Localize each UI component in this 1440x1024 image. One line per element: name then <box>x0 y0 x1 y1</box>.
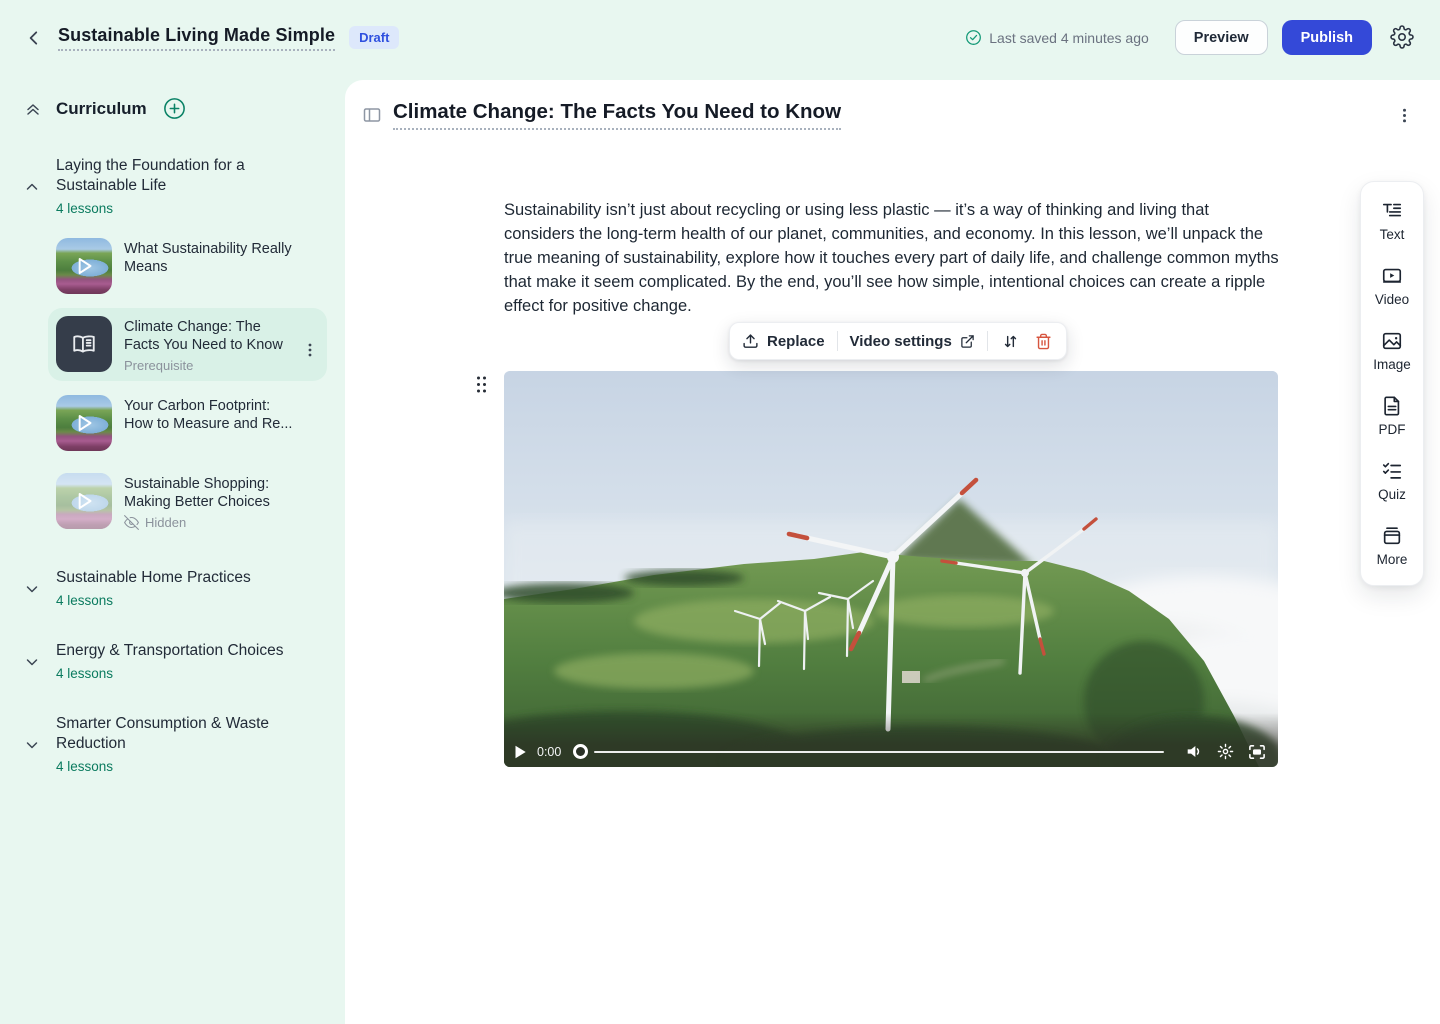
lesson-title: Your Carbon Footprint: How to Measure an… <box>124 397 294 433</box>
section-lesson-count: 4 lessons <box>56 666 283 681</box>
toolbar-divider <box>837 331 838 351</box>
curriculum-sidebar: Curriculum Laying the Foundation for a S… <box>0 75 345 1024</box>
lesson-video-thumbnail <box>56 395 112 451</box>
eye-off-icon <box>124 515 139 530</box>
section-header[interactable]: Energy & Transportation Choices 4 lesson… <box>24 641 327 681</box>
section-header[interactable]: Smarter Consumption & Waste Reduction 4 … <box>24 714 327 774</box>
pdf-file-icon <box>1381 395 1403 417</box>
curriculum-section: Laying the Foundation for a Sustainable … <box>24 156 327 538</box>
curriculum-header: Curriculum <box>24 97 327 120</box>
lesson-menu-kebab-icon[interactable] <box>303 342 317 358</box>
quality-gear-icon[interactable] <box>1217 743 1234 760</box>
sidebar-toggle-icon[interactable] <box>362 105 382 125</box>
publish-button[interactable]: Publish <box>1282 20 1372 55</box>
palette-quiz-button[interactable]: Quiz <box>1361 460 1423 502</box>
chevron-down-icon[interactable] <box>24 568 56 608</box>
play-outline-icon <box>56 238 112 294</box>
back-button[interactable] <box>22 26 46 50</box>
lesson-reading-thumbnail <box>56 316 112 372</box>
text-icon <box>1381 200 1403 222</box>
lesson-hidden-status: Hidden <box>124 515 319 530</box>
section-title: Smarter Consumption & Waste Reduction <box>56 714 288 754</box>
palette-image-button[interactable]: Image <box>1361 330 1423 372</box>
section-lesson-count: 4 lessons <box>56 201 288 216</box>
status-badge: Draft <box>349 26 399 49</box>
section-title: Energy & Transportation Choices <box>56 641 283 661</box>
chevron-down-icon[interactable] <box>24 641 56 681</box>
video-block-toolbar: Replace Video settings <box>729 322 1067 360</box>
lesson-title: What Sustainability Really Means <box>124 240 319 276</box>
section-lesson-count: 4 lessons <box>56 593 251 608</box>
play-outline-icon <box>56 473 112 529</box>
drag-handle-icon[interactable] <box>475 375 488 394</box>
section-header[interactable]: Laying the Foundation for a Sustainable … <box>24 156 327 216</box>
replace-button[interactable]: Replace <box>742 333 825 350</box>
palette-pdf-button[interactable]: PDF <box>1361 395 1423 437</box>
chevron-up-icon[interactable] <box>24 156 56 216</box>
curriculum-section: Sustainable Home Practices 4 lessons <box>24 568 327 608</box>
lesson-item-hidden[interactable]: Sustainable Shopping: Making Better Choi… <box>48 465 327 538</box>
image-icon <box>1381 330 1403 352</box>
lesson-video-thumbnail <box>56 473 112 529</box>
book-open-icon <box>71 331 97 357</box>
section-title: Laying the Foundation for a Sustainable … <box>56 156 288 196</box>
lesson-title: Sustainable Shopping: Making Better Choi… <box>124 475 304 511</box>
lesson-item-selected[interactable]: Climate Change: The Facts You Need to Kn… <box>48 308 327 381</box>
lesson-title: Climate Change: The Facts You Need to Kn… <box>124 318 292 354</box>
play-outline-icon <box>56 395 112 451</box>
lesson-video-thumbnail <box>56 238 112 294</box>
block-palette: Text Video Image PDF Quiz <box>1360 181 1424 586</box>
top-bar: Sustainable Living Made Simple Draft Las… <box>0 0 1440 75</box>
lesson-item[interactable]: What Sustainability Really Means <box>48 230 327 302</box>
add-section-button[interactable] <box>163 97 186 120</box>
check-circle-icon <box>965 29 982 46</box>
scrubber-knob[interactable] <box>573 744 588 759</box>
settings-gear-icon[interactable] <box>1390 25 1416 51</box>
topbar-actions: Last saved 4 minutes ago Preview Publish <box>965 20 1416 55</box>
section-lesson-count: 4 lessons <box>56 759 288 774</box>
move-block-icon[interactable] <box>1000 331 1021 352</box>
lesson-editor-canvas: Climate Change: The Facts You Need to Kn… <box>345 80 1440 1024</box>
course-title[interactable]: Sustainable Living Made Simple <box>58 25 335 51</box>
external-link-icon <box>960 334 975 349</box>
curriculum-section: Energy & Transportation Choices 4 lesson… <box>24 641 327 681</box>
upload-icon <box>742 333 759 350</box>
section-header[interactable]: Sustainable Home Practices 4 lessons <box>24 568 327 608</box>
palette-more-button[interactable]: More <box>1361 525 1423 567</box>
last-saved-text: Last saved 4 minutes ago <box>989 30 1149 46</box>
lesson-subtitle: Prerequisite <box>124 358 319 373</box>
video-icon <box>1381 265 1403 287</box>
delete-block-icon[interactable] <box>1033 331 1054 352</box>
lesson-body-text[interactable]: Sustainability isn’t just about recyclin… <box>504 198 1282 318</box>
progress-track[interactable] <box>594 751 1164 753</box>
fullscreen-icon[interactable] <box>1248 744 1266 760</box>
curriculum-section: Smarter Consumption & Waste Reduction 4 … <box>24 714 327 774</box>
lesson-page-title[interactable]: Climate Change: The Facts You Need to Kn… <box>393 100 841 130</box>
palette-text-button[interactable]: Text <box>1361 200 1423 242</box>
toolbar-divider <box>987 331 988 351</box>
lesson-list: What Sustainability Really Means Climate… <box>24 230 327 538</box>
chevron-down-icon[interactable] <box>24 714 56 774</box>
video-control-bar: 0:00 <box>504 713 1278 767</box>
video-current-time: 0:00 <box>537 745 561 759</box>
lesson-item[interactable]: Your Carbon Footprint: How to Measure an… <box>48 387 327 459</box>
palette-video-button[interactable]: Video <box>1361 265 1423 307</box>
curriculum-title: Curriculum <box>56 99 147 119</box>
video-still-wind-turbines <box>504 371 1278 767</box>
collapse-all-icon[interactable] <box>24 100 42 118</box>
volume-icon[interactable] <box>1186 744 1203 759</box>
video-settings-button[interactable]: Video settings <box>850 333 975 350</box>
more-blocks-icon <box>1381 525 1403 547</box>
section-title: Sustainable Home Practices <box>56 568 251 588</box>
save-status: Last saved 4 minutes ago <box>965 29 1149 46</box>
preview-button[interactable]: Preview <box>1175 20 1268 55</box>
video-player[interactable]: 0:00 <box>504 371 1278 767</box>
lesson-menu-kebab-icon[interactable] <box>1393 103 1416 128</box>
quiz-checklist-icon <box>1381 460 1403 482</box>
lesson-header: Climate Change: The Facts You Need to Kn… <box>362 100 1416 130</box>
play-button[interactable] <box>514 745 527 759</box>
